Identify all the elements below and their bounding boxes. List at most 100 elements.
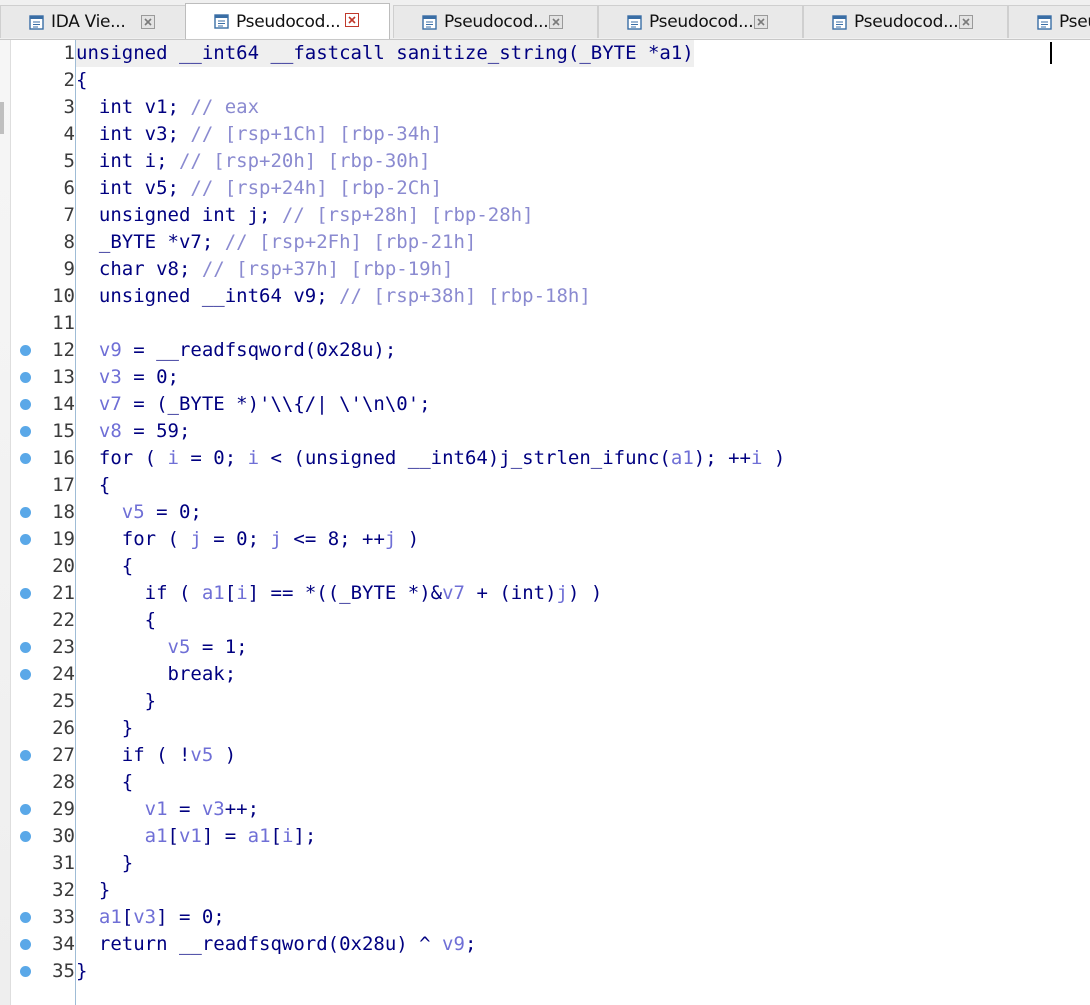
code-text[interactable]: for ( i = 0; i < (unsigned __int64)j_str…	[76, 445, 785, 472]
breakpoint-dot-icon[interactable]	[20, 669, 31, 680]
tab-close-button[interactable]	[345, 13, 359, 27]
code-text[interactable]: int v1; // eax	[76, 94, 259, 121]
line-gutter[interactable]: 32	[10, 877, 75, 904]
tab-close-button[interactable]	[959, 15, 973, 29]
code-text[interactable]: int v3; // [rsp+1Ch] [rbp-34h]	[76, 121, 442, 148]
code-text[interactable]: v3 = 0;	[76, 364, 179, 391]
line-gutter[interactable]: 31	[10, 850, 75, 877]
code-text[interactable]: {	[76, 67, 87, 94]
tab-2[interactable]: Pseudocod...	[185, 3, 390, 39]
code-text[interactable]: }	[76, 715, 133, 742]
breakpoint-dot-icon[interactable]	[20, 453, 31, 464]
tab-close-button[interactable]	[141, 15, 155, 29]
tab-close-button[interactable]	[549, 15, 563, 29]
line-gutter[interactable]: 12	[10, 337, 75, 364]
code-text[interactable]: for ( j = 0; j <= 8; ++j )	[76, 526, 419, 553]
code-text[interactable]: if ( a1[i] == *((_BYTE *)&v7 + (int)j) )	[76, 580, 603, 607]
tab-3[interactable]: Pseudocod...	[393, 5, 598, 38]
code-line[interactable]: 26 }	[10, 715, 1090, 742]
code-line[interactable]: 15 v8 = 59;	[10, 418, 1090, 445]
code-text[interactable]: unsigned __int64 v9; // [rsp+38h] [rbp-1…	[76, 283, 591, 310]
code-text[interactable]: }	[76, 877, 110, 904]
code-text[interactable]: int v5; // [rsp+24h] [rbp-2Ch]	[76, 175, 442, 202]
line-gutter[interactable]: 16	[10, 445, 75, 472]
breakpoint-dot-icon[interactable]	[20, 750, 31, 761]
code-line[interactable]: 2{	[10, 67, 1090, 94]
code-line[interactable]: 9 char v8; // [rsp+37h] [rbp-19h]	[10, 256, 1090, 283]
line-gutter[interactable]: 10	[10, 283, 75, 310]
line-gutter[interactable]: 14	[10, 391, 75, 418]
code-line[interactable]: 28 {	[10, 769, 1090, 796]
code-line[interactable]: 17 {	[10, 472, 1090, 499]
code-line[interactable]: 4 int v3; // [rsp+1Ch] [rbp-34h]	[10, 121, 1090, 148]
left-scroll-thumb[interactable]	[0, 102, 4, 134]
line-gutter[interactable]: 23	[10, 634, 75, 661]
line-gutter[interactable]: 7	[10, 202, 75, 229]
tab-4[interactable]: Pseudocod...	[598, 5, 803, 38]
line-gutter[interactable]: 34	[10, 931, 75, 958]
line-gutter[interactable]: 27	[10, 742, 75, 769]
line-gutter[interactable]: 28	[10, 769, 75, 796]
line-gutter[interactable]: 21	[10, 580, 75, 607]
line-gutter[interactable]: 24	[10, 661, 75, 688]
line-gutter[interactable]: 1	[10, 40, 75, 67]
line-gutter[interactable]: 11	[10, 310, 75, 337]
code-line[interactable]: 32 }	[10, 877, 1090, 904]
breakpoint-dot-icon[interactable]	[20, 912, 31, 923]
line-gutter[interactable]: 35	[10, 958, 75, 985]
line-gutter[interactable]: 19	[10, 526, 75, 553]
code-line[interactable]: 8 _BYTE *v7; // [rsp+2Fh] [rbp-21h]	[10, 229, 1090, 256]
code-line[interactable]: 22 {	[10, 607, 1090, 634]
code-line[interactable]: 12 v9 = __readfsqword(0x28u);	[10, 337, 1090, 364]
code-line[interactable]: 24 break;	[10, 661, 1090, 688]
code-text[interactable]: v1 = v3++;	[76, 796, 259, 823]
code-line[interactable]: 30 a1[v1] = a1[i];	[10, 823, 1090, 850]
code-text[interactable]: }	[76, 850, 133, 877]
line-gutter[interactable]: 15	[10, 418, 75, 445]
tab-6[interactable]: Pseu	[1008, 5, 1090, 38]
line-gutter[interactable]: 5	[10, 148, 75, 175]
line-gutter[interactable]: 6	[10, 175, 75, 202]
code-line[interactable]: 19 for ( j = 0; j <= 8; ++j )	[10, 526, 1090, 553]
code-text[interactable]: a1[v3] = 0;	[76, 904, 225, 931]
code-text[interactable]: {	[76, 769, 133, 796]
line-gutter[interactable]: 33	[10, 904, 75, 931]
code-text[interactable]: }	[76, 688, 156, 715]
breakpoint-dot-icon[interactable]	[20, 399, 31, 410]
line-gutter[interactable]: 25	[10, 688, 75, 715]
code-text[interactable]: unsigned __int64 __fastcall sanitize_str…	[76, 40, 694, 67]
line-gutter[interactable]: 29	[10, 796, 75, 823]
code-text[interactable]: a1[v1] = a1[i];	[76, 823, 317, 850]
code-line[interactable]: 34 return __readfsqword(0x28u) ^ v9;	[10, 931, 1090, 958]
code-line[interactable]: 16 for ( i = 0; i < (unsigned __int64)j_…	[10, 445, 1090, 472]
code-line[interactable]: 23 v5 = 1;	[10, 634, 1090, 661]
code-text[interactable]: unsigned int j; // [rsp+28h] [rbp-28h]	[76, 202, 534, 229]
code-line[interactable]: 7 unsigned int j; // [rsp+28h] [rbp-28h]	[10, 202, 1090, 229]
code-text[interactable]: {	[76, 607, 156, 634]
code-text[interactable]: v9 = __readfsqword(0x28u);	[76, 337, 396, 364]
code-line[interactable]: 35}	[10, 958, 1090, 985]
line-gutter[interactable]: 26	[10, 715, 75, 742]
breakpoint-dot-icon[interactable]	[20, 804, 31, 815]
code-text[interactable]: {	[76, 472, 110, 499]
pseudocode-view[interactable]: 1 unsigned __int64 __fastcall sanitize_st…	[10, 40, 1090, 1005]
line-gutter[interactable]: 2	[10, 67, 75, 94]
code-text[interactable]: return __readfsqword(0x28u) ^ v9;	[76, 931, 477, 958]
code-line[interactable]: 3 int v1; // eax	[10, 94, 1090, 121]
code-line[interactable]: 6 int v5; // [rsp+24h] [rbp-2Ch]	[10, 175, 1090, 202]
code-line[interactable]: 21 if ( a1[i] == *((_BYTE *)&v7 + (int)j…	[10, 580, 1090, 607]
code-line[interactable]: 27 if ( !v5 )	[10, 742, 1090, 769]
code-text[interactable]: }	[76, 958, 87, 985]
line-gutter[interactable]: 8	[10, 229, 75, 256]
code-line[interactable]: 10 unsigned __int64 v9; // [rsp+38h] [rb…	[10, 283, 1090, 310]
code-line[interactable]: 31 }	[10, 850, 1090, 877]
line-gutter[interactable]: 20	[10, 553, 75, 580]
code-text[interactable]: if ( !v5 )	[76, 742, 236, 769]
code-line[interactable]: 1 unsigned __int64 __fastcall sanitize_st…	[10, 40, 1090, 67]
code-text[interactable]: _BYTE *v7; // [rsp+2Fh] [rbp-21h]	[76, 229, 477, 256]
code-text[interactable]: v5 = 1;	[76, 634, 248, 661]
breakpoint-dot-icon[interactable]	[20, 831, 31, 842]
tab-1[interactable]: IDA Vie...	[0, 5, 190, 38]
line-gutter[interactable]: 30	[10, 823, 75, 850]
breakpoint-dot-icon[interactable]	[20, 507, 31, 518]
